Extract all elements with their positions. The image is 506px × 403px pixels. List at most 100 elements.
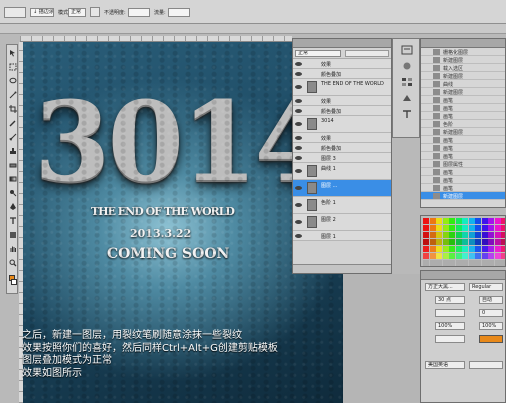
- swatches-panel-icon[interactable]: [401, 77, 413, 87]
- color-swatch[interactable]: [481, 239, 488, 245]
- history-state[interactable]: 图层属性: [421, 160, 505, 168]
- color-swatch[interactable]: [455, 225, 462, 231]
- color-swatch[interactable]: [494, 225, 501, 231]
- color-swatch[interactable]: [449, 232, 455, 238]
- hand-icon[interactable]: [9, 245, 17, 253]
- color-swatch[interactable]: [455, 218, 462, 224]
- color-swatch[interactable]: [455, 246, 462, 252]
- brush-icon[interactable]: [9, 133, 17, 141]
- color-swatch[interactable]: [449, 218, 455, 224]
- color-swatch[interactable]: [449, 246, 455, 252]
- history-state[interactable]: 新建图层: [421, 88, 505, 96]
- layer-row[interactable]: 3014: [293, 116, 391, 133]
- stamp-icon[interactable]: [9, 147, 17, 155]
- color-swatch[interactable]: [468, 239, 475, 245]
- color-swatch[interactable]: [436, 225, 442, 231]
- color-swatch[interactable]: [475, 225, 481, 231]
- color-swatch[interactable]: [462, 218, 468, 224]
- history-state[interactable]: 新建图层: [421, 56, 505, 64]
- history-state[interactable]: 载入选区: [421, 64, 505, 72]
- background-color-swatch[interactable]: [11, 279, 17, 285]
- tool-preset-picker[interactable]: [4, 7, 26, 18]
- color-swatch[interactable]: [429, 260, 436, 266]
- layer-row[interactable]: 图层 3: [293, 153, 391, 163]
- color-swatch[interactable]: [501, 232, 505, 238]
- history-state[interactable]: 画笔: [421, 112, 505, 120]
- color-swatch[interactable]: [442, 218, 449, 224]
- color-swatch[interactable]: [449, 253, 455, 259]
- color-swatch[interactable]: [468, 225, 475, 231]
- type-icon[interactable]: [9, 217, 17, 225]
- visibility-eye-icon[interactable]: [295, 145, 302, 150]
- flow-input[interactable]: [168, 8, 190, 17]
- visibility-eye-icon[interactable]: [295, 135, 302, 140]
- color-swatch[interactable]: [429, 253, 436, 259]
- visibility-eye-icon[interactable]: [295, 220, 302, 224]
- visibility-eye-icon[interactable]: [295, 203, 302, 207]
- color-swatch[interactable]: [494, 239, 501, 245]
- color-swatch[interactable]: [488, 239, 494, 245]
- history-panel-icon[interactable]: [401, 45, 413, 55]
- airbrush-button[interactable]: [90, 7, 100, 17]
- color-swatch[interactable]: [423, 232, 429, 238]
- layer-row[interactable]: 图层 1: [293, 231, 391, 241]
- layer-row[interactable]: THE END OF THE WORLD: [293, 79, 391, 96]
- color-swatch[interactable]: [488, 225, 494, 231]
- dodge-icon[interactable]: [9, 189, 17, 197]
- history-state[interactable]: 画笔: [421, 176, 505, 184]
- color-swatch[interactable]: [449, 225, 455, 231]
- color-swatch[interactable]: [449, 239, 455, 245]
- color-swatch[interactable]: [475, 239, 481, 245]
- history-state[interactable]: 画笔: [421, 152, 505, 160]
- layer-opacity-input[interactable]: [345, 50, 389, 57]
- color-swatch[interactable]: [442, 239, 449, 245]
- color-swatch[interactable]: [436, 253, 442, 259]
- visibility-eye-icon[interactable]: [295, 71, 302, 76]
- color-swatch[interactable]: [468, 253, 475, 259]
- marquee-icon[interactable]: [9, 63, 17, 71]
- color-swatch[interactable]: [423, 225, 429, 231]
- gradient-icon[interactable]: [9, 175, 17, 183]
- color-swatch[interactable]: [475, 246, 481, 252]
- color-panel-icon[interactable]: [401, 61, 413, 71]
- visibility-eye-icon[interactable]: [295, 186, 302, 190]
- history-state[interactable]: 新建图层: [421, 72, 505, 80]
- layer-row[interactable]: 图层 2: [293, 214, 391, 231]
- color-swatch[interactable]: [423, 260, 429, 266]
- history-state[interactable]: 画笔: [421, 136, 505, 144]
- character-panel-icon[interactable]: [401, 109, 413, 119]
- history-state[interactable]: 新建图层: [421, 192, 505, 200]
- font-style-select[interactable]: Regular: [469, 283, 503, 291]
- color-swatch[interactable]: [488, 253, 494, 259]
- color-swatch[interactable]: [494, 260, 501, 266]
- layer-row[interactable]: 颜色叠加: [293, 106, 391, 116]
- opacity-input[interactable]: [128, 8, 150, 17]
- color-swatch[interactable]: [436, 218, 442, 224]
- color-swatch[interactable]: [501, 246, 505, 252]
- color-swatch[interactable]: [468, 246, 475, 252]
- color-swatch[interactable]: [455, 232, 462, 238]
- history-state[interactable]: 画笔: [421, 184, 505, 192]
- move-icon[interactable]: [9, 49, 17, 57]
- layer-row[interactable]: 图层 ...: [293, 180, 391, 197]
- color-swatch[interactable]: [423, 218, 429, 224]
- color-swatch[interactable]: [462, 225, 468, 231]
- color-swatch[interactable]: [475, 253, 481, 259]
- color-swatch[interactable]: [429, 239, 436, 245]
- color-swatch[interactable]: [436, 232, 442, 238]
- layer-row[interactable]: 色阶 1: [293, 197, 391, 214]
- magic-wand-icon[interactable]: [9, 91, 17, 99]
- history-state[interactable]: 曲线: [421, 80, 505, 88]
- color-swatch[interactable]: [442, 232, 449, 238]
- color-swatch[interactable]: [488, 246, 494, 252]
- language-select[interactable]: 美国英语: [425, 361, 465, 369]
- history-state[interactable]: 画笔: [421, 168, 505, 176]
- visibility-eye-icon[interactable]: [295, 85, 302, 89]
- color-swatch[interactable]: [462, 253, 468, 259]
- visibility-eye-icon[interactable]: [295, 108, 302, 113]
- font-size-input[interactable]: 30 点: [435, 296, 465, 304]
- visibility-eye-icon[interactable]: [295, 169, 302, 173]
- color-swatch[interactable]: [462, 239, 468, 245]
- color-swatch[interactable]: [494, 246, 501, 252]
- color-swatch[interactable]: [442, 225, 449, 231]
